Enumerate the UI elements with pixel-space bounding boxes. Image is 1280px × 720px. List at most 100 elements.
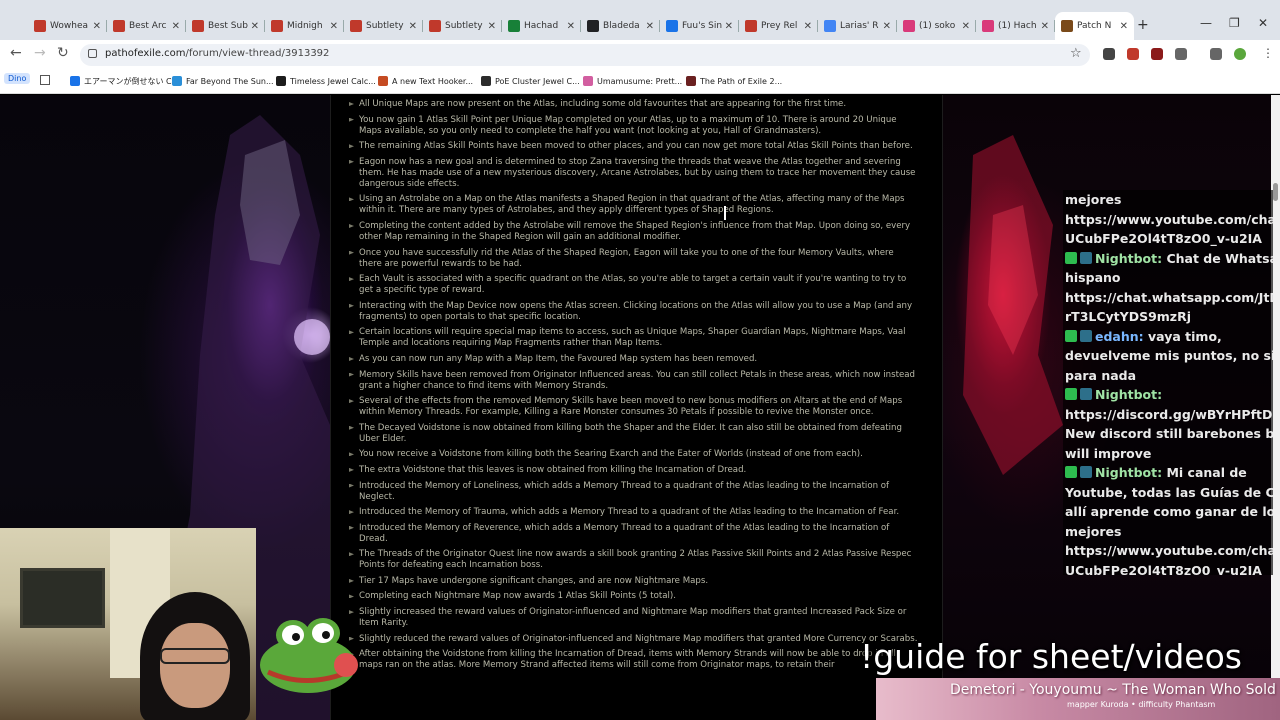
patch-note-item: You now receive a Voidstone from killing…	[359, 449, 919, 460]
puzzle-icon[interactable]	[1175, 48, 1187, 60]
chat-text: will improve	[1065, 445, 1152, 461]
close-tab-icon[interactable]: ✕	[1120, 21, 1128, 32]
chat-text: allí aprende como ganar de los	[1065, 504, 1273, 519]
url-host: pathofexile.com	[105, 48, 186, 59]
browser-tab[interactable]: (1) soko ✕	[897, 12, 976, 40]
tab-favicon-icon	[192, 20, 204, 32]
patch-note-item: Introduced the Memory of Reverence, whic…	[359, 523, 919, 545]
apps-grid-icon[interactable]	[40, 75, 50, 85]
back-button[interactable]: ←	[10, 45, 22, 61]
moderator-badge-icon	[1065, 388, 1077, 400]
maximize-button[interactable]: ❐	[1229, 16, 1240, 30]
forward-button[interactable]: →	[34, 45, 46, 61]
tab-favicon-icon	[429, 20, 441, 32]
bookmark-item[interactable]: The Path of Exile 2...	[686, 73, 782, 89]
close-tab-icon[interactable]: ✕	[409, 21, 417, 32]
tab-title: (1) soko	[919, 21, 956, 31]
chat-text: vaya timo,	[1148, 328, 1222, 344]
browser-tab[interactable]: Wowhea ✕	[28, 12, 107, 40]
minimize-button[interactable]: —	[1200, 16, 1212, 30]
close-tab-icon[interactable]: ✕	[330, 21, 338, 32]
close-tab-icon[interactable]: ✕	[251, 21, 259, 32]
chat-message-continuation: devuelveme mis puntos, no sirve	[1063, 346, 1273, 366]
browser-tab[interactable]: Midnigh ✕	[265, 12, 344, 40]
profile-avatar[interactable]	[1234, 48, 1246, 60]
close-tab-icon[interactable]: ✕	[1041, 21, 1049, 32]
bookmark-item[interactable]: Far Beyond The Sun...	[172, 73, 274, 89]
new-tab-button[interactable]: +	[1137, 17, 1149, 33]
chat-username[interactable]: Nightbot	[1095, 251, 1157, 266]
close-tab-icon[interactable]: ✕	[804, 21, 812, 32]
extension-icon[interactable]	[1103, 48, 1115, 60]
close-tab-icon[interactable]: ✕	[93, 21, 101, 32]
tab-title: Subtlety	[366, 21, 404, 31]
browser-tab[interactable]: Best Sub ✕	[186, 12, 265, 40]
tab-title: Best Arc	[129, 21, 167, 31]
chat-message-continuation: https://www.youtube.com/chann	[1063, 210, 1273, 230]
browser-tab[interactable]: Larias' R ✕	[818, 12, 897, 40]
patch-note-item: Each Vault is associated with a specific…	[359, 274, 919, 296]
extension-icon[interactable]	[1151, 48, 1163, 60]
chat-text: https://www.youtube.com/chann	[1065, 543, 1273, 558]
reload-button[interactable]: ↻	[57, 45, 69, 61]
close-window-button[interactable]: ✕	[1258, 16, 1268, 30]
close-tab-icon[interactable]: ✕	[172, 21, 180, 32]
bookmark-item[interactable]: PoE Cluster Jewel C...	[481, 73, 580, 89]
browser-tab[interactable]: Best Arc ✕	[107, 12, 186, 40]
chat-text: https://www.youtube.com/chann	[1065, 211, 1273, 227]
tab-title: Best Sub	[208, 21, 248, 31]
text-cursor-icon	[724, 206, 726, 220]
webcam-background-map	[20, 568, 105, 628]
bookmark-label: The Path of Exile 2...	[700, 76, 783, 86]
scrollbar-thumb[interactable]	[1273, 183, 1278, 201]
bookmark-item[interactable]: A new Text Hooker...	[378, 73, 473, 89]
browser-tab[interactable]: Prey Rel ✕	[739, 12, 818, 40]
browser-tab[interactable]: Fuu's Sin ✕	[660, 12, 739, 40]
patch-note-item: Tier 17 Maps have undergone significant …	[359, 576, 919, 587]
bookmark-folder-dino[interactable]: Dino	[4, 73, 31, 84]
chat-username[interactable]: edahn	[1095, 329, 1139, 344]
site-info-icon[interactable]	[88, 49, 97, 58]
menu-kebab-icon[interactable]: ⋮	[1262, 46, 1274, 60]
patch-note-item: You now gain 1 Atlas Skill Point per Uni…	[359, 115, 919, 137]
close-tab-icon[interactable]: ✕	[962, 21, 970, 32]
tab-favicon-icon	[34, 20, 46, 32]
close-tab-icon[interactable]: ✕	[883, 21, 891, 32]
chat-message-continuation: Youtube, todas las Guías de CoS	[1063, 483, 1273, 503]
url-text[interactable]: pathofexile.com/forum/view-thread/391339…	[105, 48, 329, 59]
browser-tab[interactable]: Bladeda ✕	[581, 12, 660, 40]
chat-message-continuation: will improve	[1063, 444, 1273, 464]
close-tab-icon[interactable]: ✕	[567, 21, 575, 32]
bot-badge-icon	[1080, 251, 1092, 264]
bookmark-favicon-icon	[481, 76, 491, 86]
patch-note-item: Completing the content added by the Astr…	[359, 221, 919, 243]
bookmark-label: Timeless Jewel Calc...	[290, 76, 376, 86]
media-icon[interactable]	[1210, 48, 1222, 60]
bookmark-label: PoE Cluster Jewel C...	[495, 76, 580, 86]
chat-text: UCubFPe2Ol4tT8zO0_v-u2IA	[1065, 562, 1262, 576]
chat-username[interactable]: Nightbot	[1095, 387, 1157, 402]
chat-text: https://chat.whatsapp.com/JtDy0	[1065, 289, 1273, 305]
bookmark-item[interactable]: エアーマンが倒せない C...	[70, 73, 179, 89]
browser-tab[interactable]: Hachad ✕	[502, 12, 581, 40]
browser-tab[interactable]: Subtlety ✕	[344, 12, 423, 40]
extension-icon[interactable]	[1127, 48, 1139, 60]
bookmark-label: エアーマンが倒せない C...	[84, 76, 180, 86]
chat-message-continuation: hispano	[1063, 268, 1273, 288]
browser-tab[interactable]: (1) Hach ✕	[976, 12, 1055, 40]
close-tab-icon[interactable]: ✕	[646, 21, 654, 32]
close-tab-icon[interactable]: ✕	[488, 21, 496, 32]
patch-note-item: The extra Voidstone that this leaves is …	[359, 465, 919, 476]
browser-tab[interactable]: Subtlety ✕	[423, 12, 502, 40]
patch-note-item: Using an Astrolabe on a Map on the Atlas…	[359, 194, 919, 216]
close-tab-icon[interactable]: ✕	[725, 21, 733, 32]
bookmark-star-icon[interactable]: ☆	[1070, 46, 1082, 61]
browser-tab[interactable]: Patch N ✕	[1055, 12, 1134, 40]
patch-note-item: Interacting with the Map Device now open…	[359, 301, 919, 323]
patch-note-item: Introduced the Memory of Loneliness, whi…	[359, 481, 919, 503]
chat-username[interactable]: Nightbot	[1095, 465, 1157, 480]
bookmark-item[interactable]: Umamusume: Prett...	[583, 73, 682, 89]
sheets-favicon-icon	[508, 20, 520, 32]
chat-text: Mi canal de	[1166, 465, 1247, 480]
bookmark-item[interactable]: Timeless Jewel Calc...	[276, 73, 376, 89]
